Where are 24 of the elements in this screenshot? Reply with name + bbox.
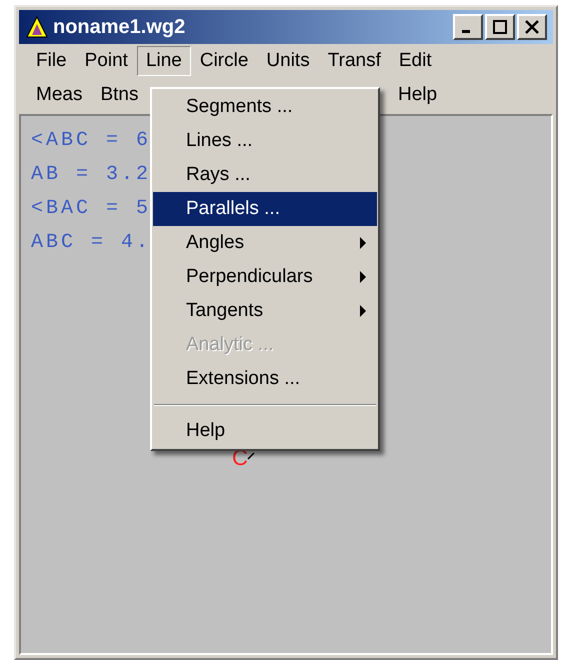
menu-bar-item[interactable]: Line [136, 46, 191, 76]
measurement-text: AB = 3.2 [31, 162, 152, 188]
menu-bar-item[interactable]: Meas [27, 80, 92, 110]
menu-bar-item[interactable]: Btns [91, 80, 148, 110]
measurement-text: ABC = 4. [31, 230, 152, 256]
measurement-text: <ABC = 6 [31, 128, 152, 154]
measurement-text: <BAC = 5 [31, 196, 152, 222]
menu-bar-item[interactable]: Units [257, 46, 319, 76]
menu-item[interactable]: Perpendiculars [153, 260, 377, 294]
menu-item[interactable]: Segments ... [153, 90, 377, 124]
menu-bar-item[interactable]: Circle [190, 46, 258, 76]
menu-bar-item[interactable]: Transf [318, 46, 390, 76]
menu-item[interactable]: Extensions ... [153, 362, 377, 396]
menu-item[interactable]: Help [153, 414, 377, 448]
menu-bar-item[interactable]: Help [389, 80, 446, 110]
menu-bar-item[interactable]: Edit [390, 46, 441, 76]
window-title: noname1.wg2 [53, 15, 186, 40]
menu-item[interactable]: Rays ... [153, 158, 377, 192]
menu-item[interactable]: Lines ... [153, 124, 377, 158]
menu-item[interactable]: Tangents [153, 294, 377, 328]
menu-bar-item[interactable]: File [27, 46, 76, 76]
menu-item[interactable]: Parallels ... [153, 192, 377, 226]
menu-item[interactable]: Angles [153, 226, 377, 260]
menu-bar-item[interactable]: Point [76, 46, 137, 76]
